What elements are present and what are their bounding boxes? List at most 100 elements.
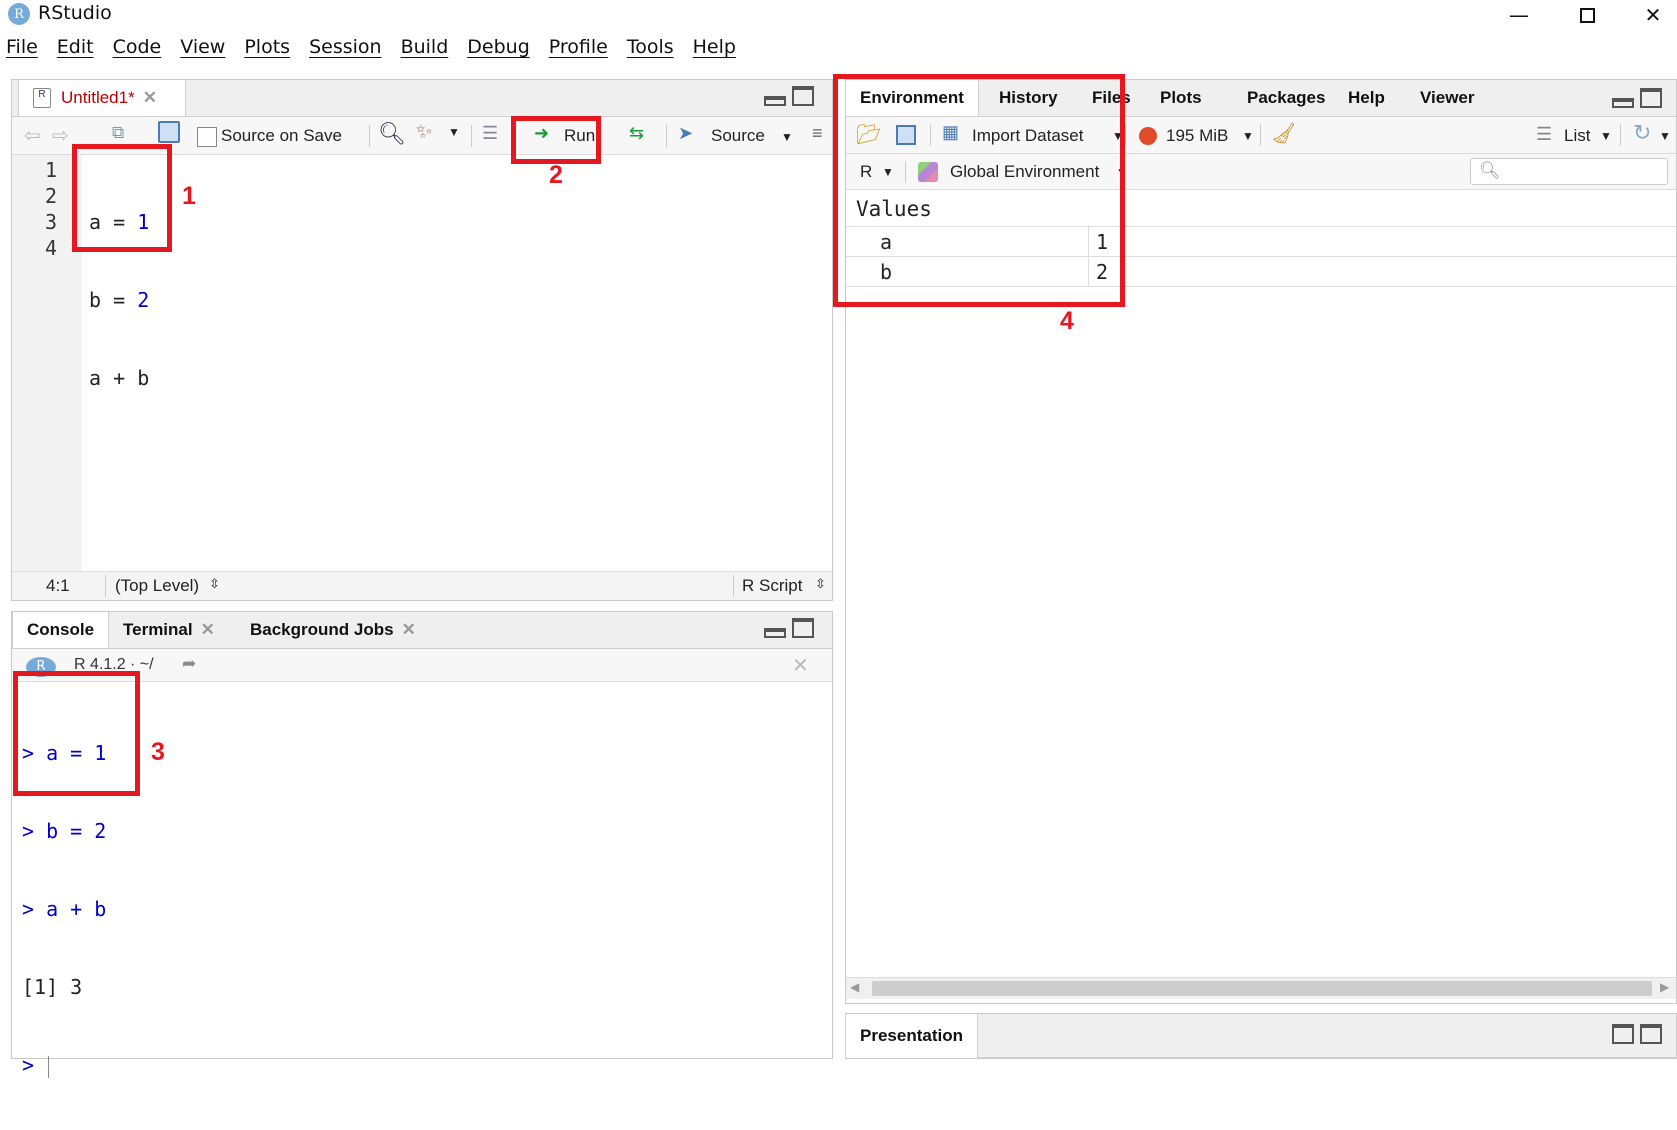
divider: [471, 125, 472, 147]
divider: [1260, 124, 1261, 146]
maximize-button[interactable]: [1564, 0, 1610, 30]
annotation-label-4: 4: [1060, 307, 1074, 335]
console-tabstrip: Console Terminal ✕ Background Jobs ✕: [12, 612, 832, 649]
pane-minmax[interactable]: [764, 618, 814, 638]
line-number: 3: [45, 210, 58, 234]
annotation-box-1: [72, 144, 172, 252]
back-icon[interactable]: ⇦: [24, 123, 41, 148]
cursor-position: 4:1: [46, 576, 70, 595]
rstudio-logo-icon: R: [8, 3, 30, 25]
annotation-label-1: 1: [182, 182, 196, 210]
line-number: 1: [45, 158, 58, 182]
divider: [105, 575, 106, 597]
save-icon[interactable]: [158, 121, 180, 143]
close-tab-icon: ✕: [401, 620, 416, 639]
chevron-down-icon[interactable]: ▼: [1242, 129, 1254, 143]
list-view-icon: ☰: [1536, 124, 1553, 144]
console-line: > a + b: [22, 897, 107, 921]
menu-session[interactable]: Session: [309, 36, 382, 68]
file-type-selector[interactable]: R Script: [742, 576, 802, 596]
pane-minmax[interactable]: [1612, 1024, 1662, 1044]
compile-report-icon[interactable]: ☰: [482, 123, 498, 144]
divider: [1620, 124, 1621, 146]
chevron-down-icon[interactable]: ▼: [781, 130, 793, 144]
annotation-box-4: [833, 74, 1125, 307]
updown-icon: ⇳: [815, 576, 826, 591]
env-search-input[interactable]: 🔍︎: [1470, 158, 1668, 185]
updown-icon: ⇳: [209, 576, 220, 591]
source-on-save-checkbox[interactable]: [197, 127, 217, 147]
clear-console-icon[interactable]: ✕: [792, 653, 809, 678]
menu-code[interactable]: Code: [113, 36, 162, 68]
pane-minmax[interactable]: [1612, 88, 1662, 108]
view-mode-selector[interactable]: List: [1564, 126, 1590, 146]
tab-untitled1[interactable]: R Untitled1* ✕: [18, 80, 186, 116]
tab-background-jobs[interactable]: Background Jobs ✕: [236, 612, 430, 648]
menu-edit[interactable]: Edit: [57, 36, 94, 68]
close-button[interactable]: ✕: [1630, 0, 1676, 30]
annotation-label-2: 2: [549, 161, 563, 189]
presentation-tabstrip: Presentation: [845, 1014, 1676, 1058]
tab-console[interactable]: Console: [12, 612, 110, 648]
chevron-down-icon[interactable]: ▼: [1659, 129, 1671, 143]
annotation-box-2: [511, 116, 601, 164]
line-number: 2: [45, 184, 58, 208]
source-tabstrip: R Untitled1* ✕: [12, 80, 832, 117]
scope-selector[interactable]: (Top Level): [115, 576, 199, 596]
menu-profile[interactable]: Profile: [549, 36, 608, 68]
menu-debug[interactable]: Debug: [467, 36, 529, 68]
scroll-right-icon: ▶: [1660, 980, 1670, 994]
scrollbar-thumb: [872, 981, 1652, 996]
console-prompt: >: [22, 1052, 106, 1078]
divider: [369, 125, 370, 147]
memory-usage-icon: [1139, 127, 1157, 145]
menu-tools[interactable]: Tools: [627, 36, 674, 68]
pane-minmax[interactable]: [764, 86, 814, 106]
refresh-icon[interactable]: ↻: [1633, 120, 1651, 146]
menu-build[interactable]: Build: [401, 36, 449, 68]
menu-file[interactable]: File: [6, 36, 38, 68]
console-result: [1] 3: [22, 975, 83, 999]
tab-help[interactable]: Help: [1334, 80, 1399, 116]
code-line: a + b: [89, 366, 150, 390]
tab-plots[interactable]: Plots: [1146, 80, 1216, 116]
magic-wand-icon[interactable]: ✨︎: [416, 121, 432, 144]
re-run-icon[interactable]: ⇆: [629, 123, 644, 144]
menu-help[interactable]: Help: [693, 36, 736, 68]
go-to-directory-icon[interactable]: ➦: [182, 654, 196, 674]
close-tab-icon[interactable]: ✕: [143, 88, 157, 108]
tab-terminal[interactable]: Terminal ✕: [109, 612, 229, 648]
r-file-icon: R: [33, 88, 51, 108]
outline-icon[interactable]: ≡: [812, 123, 823, 144]
memory-usage[interactable]: 195 MiB: [1166, 126, 1228, 146]
scroll-left-icon: ◀: [850, 980, 860, 994]
menu-bar: File Edit Code View Plots Session Build …: [0, 36, 1677, 68]
forward-icon[interactable]: ⇨: [52, 123, 69, 148]
console-line: > b = 2: [22, 819, 107, 843]
menu-plots[interactable]: Plots: [244, 36, 290, 68]
title-bar: R RStudio — ✕: [0, 0, 1677, 30]
show-in-window-icon[interactable]: ⧉: [112, 123, 124, 143]
chevron-down-icon[interactable]: ▼: [448, 125, 460, 139]
presentation-pane: Presentation: [845, 1013, 1677, 1059]
divider: [1125, 124, 1126, 146]
tab-label: Untitled1*: [61, 88, 135, 107]
broom-icon[interactable]: 🧹︎: [1271, 121, 1296, 146]
divider: [733, 575, 734, 597]
editor-statusbar: 4:1 (Top Level) ⇳ R Script ⇳: [12, 571, 832, 600]
tab-packages[interactable]: Packages: [1233, 80, 1339, 116]
minimize-button[interactable]: —: [1496, 0, 1542, 30]
tab-presentation[interactable]: Presentation: [845, 1014, 978, 1058]
search-icon: 🔍︎: [1479, 161, 1501, 181]
source-button[interactable]: Source: [711, 126, 765, 146]
menu-view[interactable]: View: [180, 36, 225, 68]
horizontal-scrollbar[interactable]: ◀ ▶: [846, 977, 1676, 999]
source-on-save-label: Source on Save: [221, 126, 342, 145]
tab-viewer[interactable]: Viewer: [1406, 80, 1489, 116]
search-icon[interactable]: 🔍︎: [378, 121, 406, 147]
chevron-down-icon[interactable]: ▼: [1600, 129, 1612, 143]
app-title: RStudio: [38, 2, 112, 24]
close-tab-icon: ✕: [200, 620, 215, 639]
annotation-box-3: [13, 671, 140, 796]
line-number: 4: [45, 236, 58, 260]
